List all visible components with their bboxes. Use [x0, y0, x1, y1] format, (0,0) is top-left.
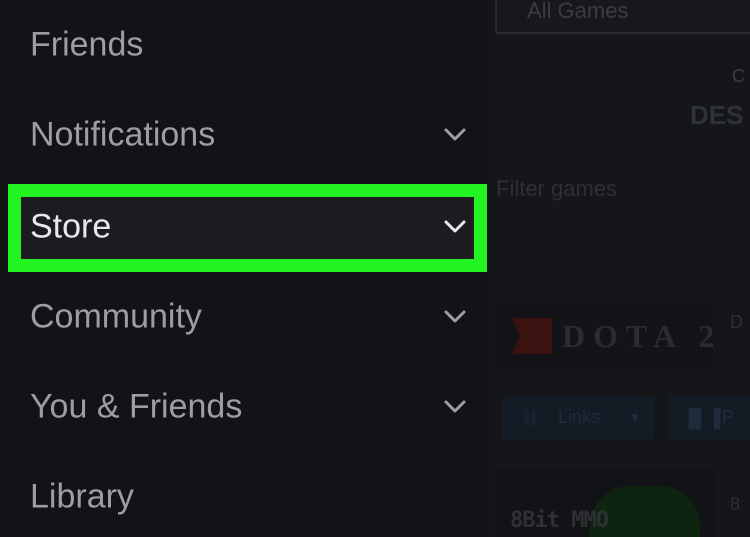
menu-item-label: Notifications	[30, 115, 216, 154]
menu-item-library[interactable]: Library	[0, 452, 488, 537]
links-button-label: Links	[558, 407, 601, 427]
link-icon: ⛓	[520, 410, 541, 427]
menu-item-friends[interactable]: Friends	[0, 0, 488, 90]
stats-button-label: P	[722, 407, 735, 427]
chevron-down-icon[interactable]	[444, 128, 466, 142]
chevron-down-icon[interactable]	[444, 310, 466, 324]
menu-item-label: Library	[30, 477, 134, 516]
chevron-down-icon[interactable]	[444, 400, 466, 414]
menu-item-label: You & Friends	[30, 387, 243, 426]
game-side-text: 8	[730, 494, 741, 514]
game-side-text: D	[730, 312, 743, 332]
menu-item-store[interactable]: Store	[0, 182, 488, 272]
sort-order-value[interactable]: DES	[690, 100, 743, 131]
filter-games-input[interactable]: Filter games	[496, 176, 617, 202]
menu-item-label: Community	[30, 297, 202, 336]
game-title: 8Bit MMO	[510, 508, 609, 533]
menu-item-you-and-friends[interactable]: You & Friends	[0, 362, 488, 452]
menu-item-label: Friends	[30, 25, 144, 64]
links-button[interactable]: ⛓ Links ▼	[502, 396, 654, 440]
menu-item-community[interactable]: Community	[0, 272, 488, 362]
caret-down-icon: ▼	[628, 409, 642, 425]
bar-chart-icon: ▐▌▐	[682, 408, 721, 428]
chevron-down-icon[interactable]	[444, 220, 466, 234]
stats-button[interactable]: ▐▌▐	[668, 396, 750, 440]
menu-item-label: Store	[30, 207, 112, 246]
navigation-drawer: Friends Notifications Store Community Yo…	[0, 0, 488, 537]
game-title: DOTA 2	[562, 318, 723, 354]
games-filter-dropdown-label: All Games	[527, 0, 629, 23]
library-background-pane	[488, 0, 750, 537]
games-filter-dropdown[interactable]: All Games	[495, 0, 750, 34]
sort-label: C	[732, 66, 745, 86]
menu-item-notifications[interactable]: Notifications	[0, 90, 488, 180]
